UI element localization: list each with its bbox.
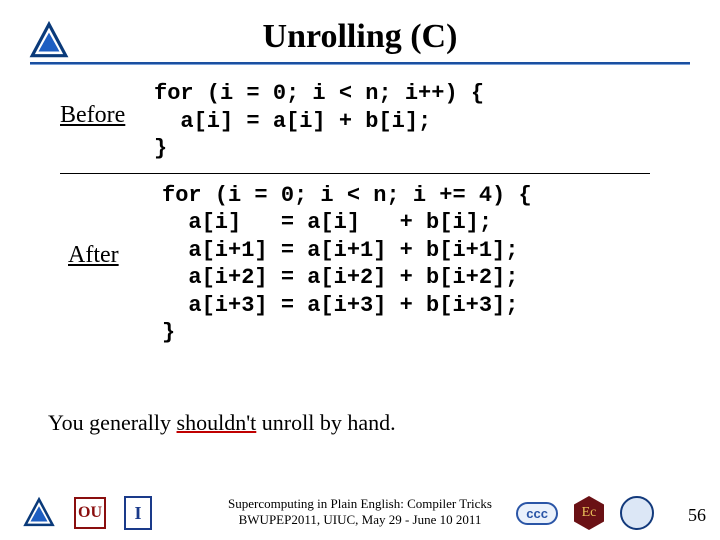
slide-title: Unrolling (C) [263,18,458,55]
after-label: After [68,182,148,269]
after-code: for (i = 0; i < n; i += 4) { a[i] = a[i]… [162,182,532,347]
after-block: After for (i = 0; i < n; i += 4) { a[i] … [60,182,680,347]
slide-number: 56 [688,505,706,526]
divider-line [60,173,650,174]
footer-logos-right: ccc Ec [516,496,654,530]
caption-underlined: shouldn't [177,410,257,435]
caption-post: unroll by hand. [256,410,395,435]
title-underline [30,62,690,65]
caption-line: You generally shouldn't unroll by hand. [48,410,396,436]
ec-logo-text: Ec [582,505,597,521]
before-code: for (i = 0; i < n; i++) { a[i] = a[i] + … [154,80,484,163]
caption-pre: You generally [48,410,177,435]
ccc-logo-icon: ccc [516,502,558,525]
before-label: Before [60,80,140,129]
ccc-logo-text: ccc [526,506,548,521]
slide: Unrolling (C) Before for (i = 0; i < n; … [0,0,720,540]
title-row: Unrolling (C) [0,18,720,56]
content-area: Before for (i = 0; i < n; i++) { a[i] = … [60,80,680,347]
round-logo-icon [620,496,654,530]
ec-logo-icon: Ec [574,496,604,530]
before-block: Before for (i = 0; i < n; i++) { a[i] = … [60,80,680,163]
